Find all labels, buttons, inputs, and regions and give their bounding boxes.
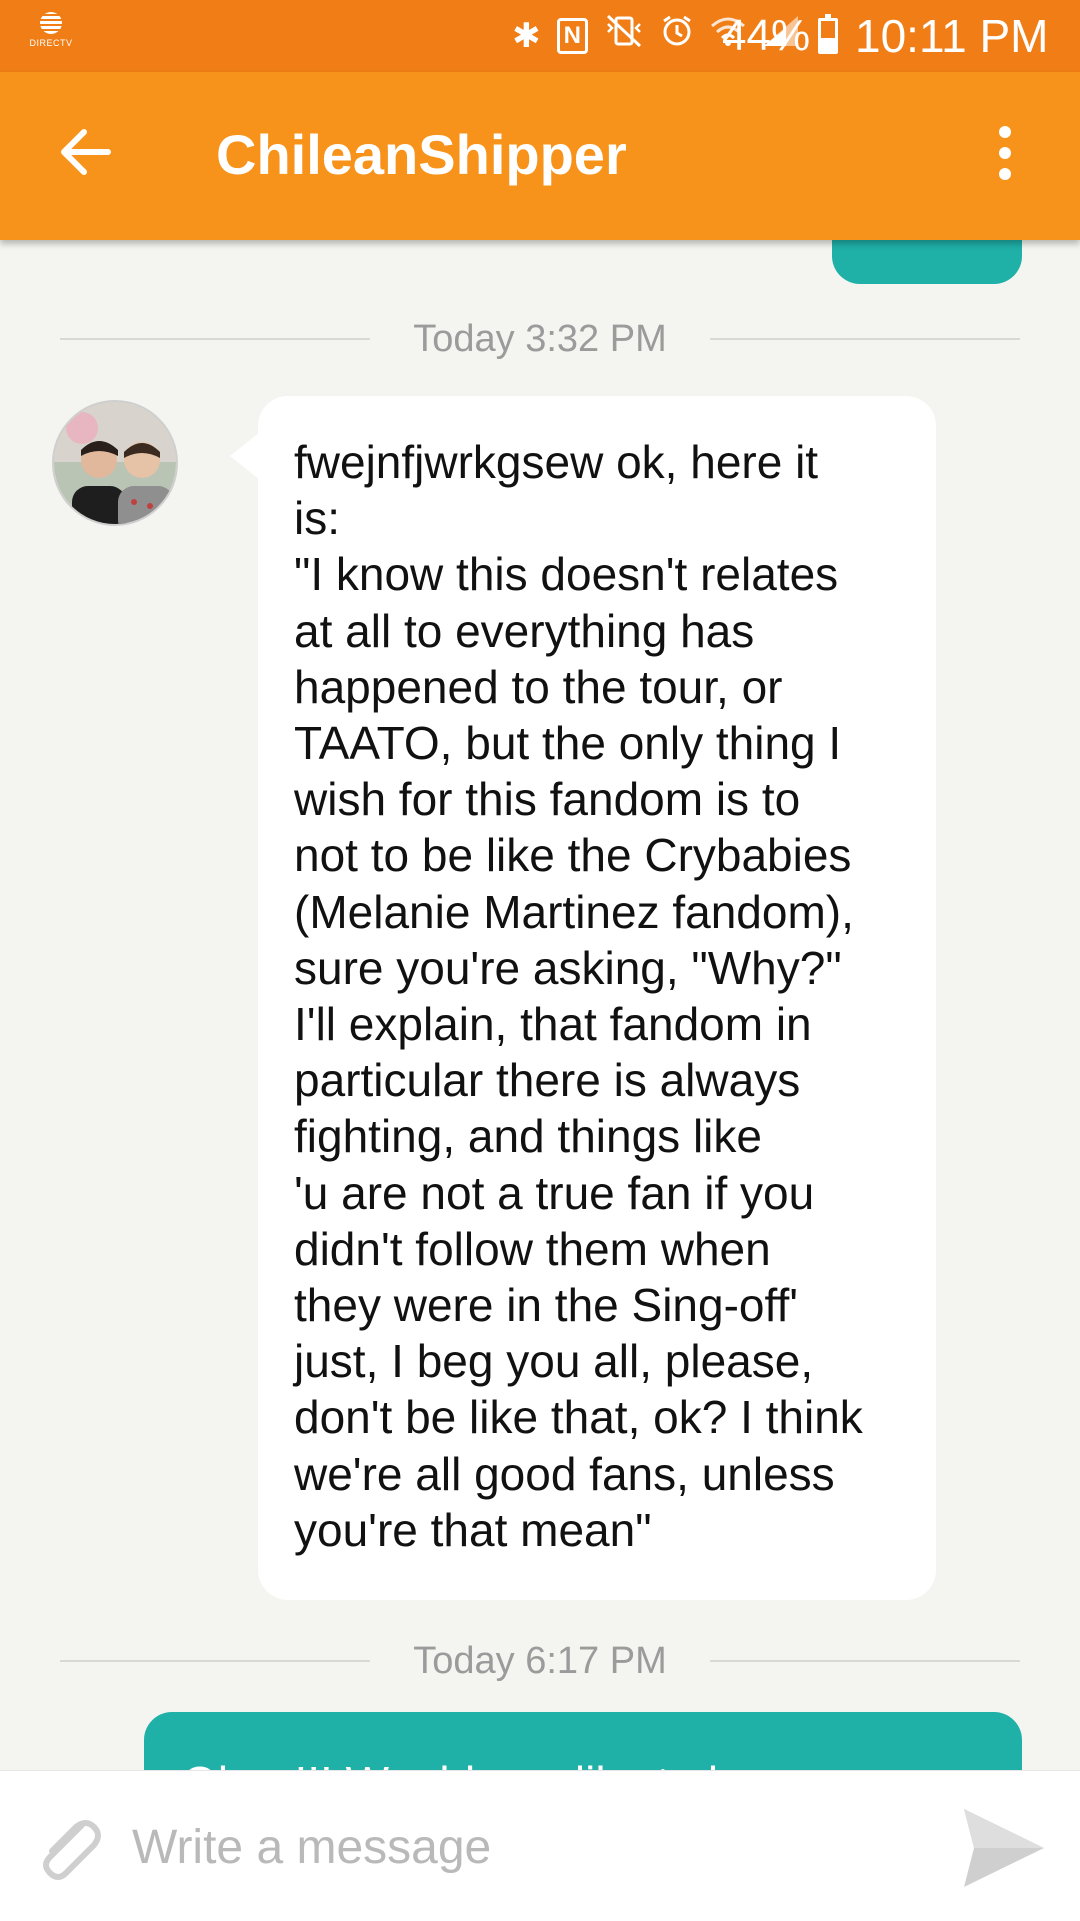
avatar[interactable] — [52, 400, 178, 526]
more-options-button[interactable] — [990, 126, 1020, 186]
send-icon — [964, 1809, 1044, 1887]
bubble-tail — [230, 432, 260, 480]
date-divider: Today 6:17 PM — [60, 1638, 1020, 1684]
att-globe-icon — [40, 12, 62, 34]
paperclip-icon — [43, 1820, 101, 1880]
message-composer — [0, 1770, 1080, 1921]
battery-percent: 44% — [722, 11, 811, 60]
message-input[interactable] — [130, 1811, 914, 1883]
nfc-icon: N — [556, 18, 588, 54]
carrier-logo: DIRECTV — [26, 12, 76, 48]
conversation-title: ChileanShipper — [216, 123, 627, 186]
date-divider: Today 3:32 PM — [60, 316, 1020, 362]
message-text: fwejnfjwrkgsew ok, here it is: "I know t… — [294, 436, 863, 1556]
attach-button[interactable] — [28, 1807, 108, 1887]
battery-level — [821, 37, 835, 51]
carrier-label: DIRECTV — [29, 38, 73, 48]
avatar-photo — [54, 402, 176, 524]
battery-icon — [818, 14, 838, 54]
received-message-bubble[interactable]: fwejnfjwrkgsew ok, here it is: "I know t… — [230, 396, 936, 1600]
more-vert-icon — [999, 126, 1011, 138]
app-bar: ChileanShipper — [0, 72, 1080, 240]
vibrate-mute-icon — [604, 14, 644, 59]
send-button[interactable] — [960, 1805, 1048, 1891]
back-button[interactable] — [56, 122, 116, 182]
arrow-left-icon — [61, 129, 111, 175]
status-bar: DIRECTV ✱ N 44% 10:11 PM — [0, 0, 1080, 72]
status-clock: 10:11 PM — [855, 10, 1049, 62]
bluetooth-icon: ✱ — [512, 17, 541, 55]
alarm-icon — [660, 14, 694, 59]
